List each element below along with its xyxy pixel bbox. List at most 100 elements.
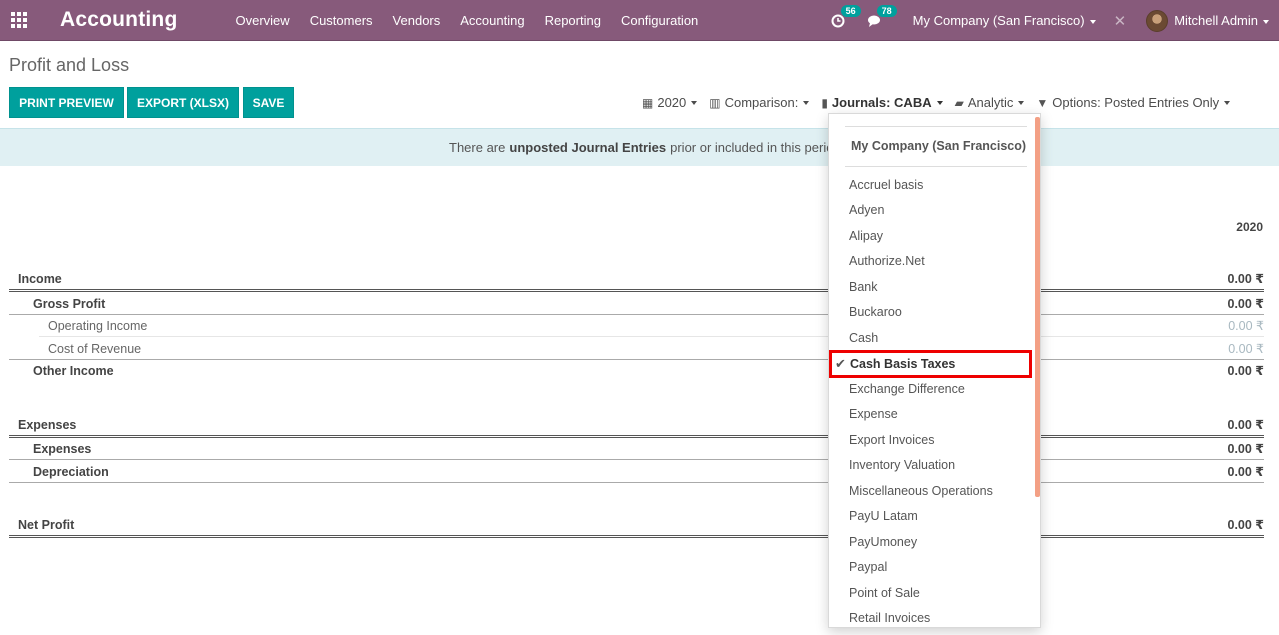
report-line-gross-profit[interactable]: Gross Profit 0.00 ₹ bbox=[9, 292, 1264, 315]
journals-filter[interactable]: ▮ Journals: CABA bbox=[821, 95, 943, 110]
chevron-down-icon bbox=[691, 100, 698, 105]
options-filter-label: Options: Posted Entries Only bbox=[1052, 95, 1220, 110]
chevron-down-icon bbox=[1224, 100, 1231, 105]
dropdown-scrollbar[interactable] bbox=[1035, 117, 1040, 497]
activity-count-badge: 56 bbox=[840, 4, 861, 17]
line-amount: 0.00 ₹ bbox=[1227, 442, 1265, 456]
comparison-filter[interactable]: ▥ Comparison: bbox=[709, 95, 810, 110]
journal-item-miscellaneous-operations[interactable]: Miscellaneous Operations bbox=[849, 484, 993, 498]
menu-configuration[interactable]: Configuration bbox=[611, 13, 708, 28]
line-label: Expenses bbox=[18, 417, 77, 432]
journals-company-header[interactable]: My Company (San Francisco) bbox=[851, 139, 1026, 153]
journal-item-cash[interactable]: Cash bbox=[849, 331, 878, 345]
journal-item-paypal[interactable]: Paypal bbox=[849, 560, 887, 574]
save-button[interactable]: SAVE bbox=[243, 87, 294, 118]
divider bbox=[9, 482, 1264, 483]
line-amount: 0.00 ₹ bbox=[1228, 319, 1264, 333]
line-amount: 0.00 ₹ bbox=[1227, 272, 1265, 286]
line-label: Other Income bbox=[33, 363, 114, 378]
menu-vendors[interactable]: Vendors bbox=[383, 13, 451, 28]
print-preview-button[interactable]: PRINT PREVIEW bbox=[9, 87, 124, 118]
journal-item-inventory-valuation[interactable]: Inventory Valuation bbox=[849, 458, 955, 472]
line-amount: 0.00 ₹ bbox=[1228, 342, 1264, 356]
report-filters: ▦ 2020 ▥ Comparison: ▮ Journals: CABA ▰ … bbox=[642, 95, 1242, 110]
divider bbox=[9, 535, 1264, 538]
unposted-entries-alert: There are unposted Journal Entries prior… bbox=[0, 128, 1279, 166]
page-title: Profit and Loss bbox=[9, 55, 130, 75]
report-line-depreciation[interactable]: Depreciation 0.00 ₹ bbox=[9, 460, 1264, 483]
line-amount: 0.00 ₹ bbox=[1227, 418, 1265, 432]
company-switcher[interactable]: My Company (San Francisco) bbox=[913, 13, 1096, 28]
line-label: Income bbox=[18, 271, 62, 286]
main-menu: Overview Customers Vendors Accounting Re… bbox=[226, 13, 709, 28]
date-filter-label: 2020 bbox=[657, 95, 687, 110]
comparison-filter-label: Comparison: bbox=[724, 95, 799, 110]
journal-item-point-of-sale[interactable]: Point of Sale bbox=[849, 586, 920, 600]
line-amount: 0.00 ₹ bbox=[1227, 518, 1265, 532]
line-label: Cost of Revenue bbox=[48, 341, 142, 356]
avatar[interactable] bbox=[1146, 9, 1169, 32]
journal-item-buckaroo[interactable]: Buckaroo bbox=[849, 305, 902, 319]
report-line-income[interactable]: Income 0.00 ₹ bbox=[9, 267, 1264, 290]
debug-tools-icon[interactable]: ✕ bbox=[1114, 12, 1127, 30]
journal-item-cash-basis-taxes[interactable]: ✔ Cash Basis Taxes bbox=[829, 350, 1032, 378]
journal-item-label: Cash Basis Taxes bbox=[850, 357, 956, 371]
user-name: Mitchell Admin bbox=[1174, 13, 1258, 28]
user-menu[interactable]: Mitchell Admin bbox=[1174, 13, 1269, 28]
chevron-down-icon bbox=[1089, 19, 1096, 24]
line-amount: 0.00 ₹ bbox=[1227, 364, 1265, 378]
journal-item-adyen[interactable]: Adyen bbox=[849, 203, 884, 217]
checkmark-icon: ✔ bbox=[835, 356, 846, 371]
journal-item-expense[interactable]: Expense bbox=[849, 407, 898, 421]
chevron-down-icon bbox=[803, 100, 810, 105]
report-line-other-income[interactable]: Other Income 0.00 ₹ bbox=[9, 359, 1264, 382]
analytic-filter[interactable]: ▰ Analytic bbox=[955, 95, 1025, 110]
analytic-filter-label: Analytic bbox=[967, 95, 1014, 110]
journal-item-alipay[interactable]: Alipay bbox=[849, 229, 883, 243]
menu-overview[interactable]: Overview bbox=[226, 13, 300, 28]
app-title: Accounting bbox=[60, 8, 178, 31]
alert-bold[interactable]: unposted Journal Entries bbox=[509, 140, 666, 155]
journals-filter-label: Journals: CABA bbox=[831, 95, 932, 110]
options-filter[interactable]: ▼ Options: Posted Entries Only bbox=[1036, 95, 1231, 110]
report-line-operating-income[interactable]: Operating Income 0.00 ₹ bbox=[9, 314, 1264, 337]
top-navbar: Accounting Overview Customers Vendors Ac… bbox=[0, 0, 1279, 41]
menu-reporting[interactable]: Reporting bbox=[535, 13, 611, 28]
report-line-expenses[interactable]: Expenses 0.00 ₹ bbox=[9, 413, 1264, 436]
report-line-expenses-sub[interactable]: Expenses 0.00 ₹ bbox=[9, 437, 1264, 460]
date-filter[interactable]: ▦ 2020 bbox=[642, 95, 698, 110]
activity-menu[interactable]: 56 bbox=[831, 4, 861, 28]
journal-item-accruel-basis[interactable]: Accruel basis bbox=[849, 178, 923, 192]
journal-item-payumoney[interactable]: PayUmoney bbox=[849, 535, 917, 549]
line-amount: 0.00 ₹ bbox=[1227, 465, 1265, 479]
folder-open-icon: ▰ bbox=[954, 95, 964, 110]
messages-count-badge: 78 bbox=[876, 4, 897, 17]
menu-customers[interactable]: Customers bbox=[300, 13, 383, 28]
chevron-down-icon bbox=[936, 100, 943, 105]
export-xlsx-button[interactable]: EXPORT (XLSX) bbox=[127, 87, 239, 118]
journal-item-exchange-difference[interactable]: Exchange Difference bbox=[849, 382, 965, 396]
journal-item-retail-invoices[interactable]: Retail Invoices bbox=[849, 611, 930, 625]
line-label: Expenses bbox=[33, 441, 92, 456]
journal-item-bank[interactable]: Bank bbox=[849, 280, 878, 294]
column-header-2020: 2020 bbox=[1236, 220, 1263, 234]
book-icon: ▮ bbox=[821, 95, 828, 110]
journals-dropdown[interactable]: My Company (San Francisco) Accruel basis… bbox=[828, 113, 1041, 628]
alert-suffix: prior or included in this period bbox=[670, 140, 841, 155]
report-line-cost-of-revenue[interactable]: Cost of Revenue 0.00 ₹ bbox=[9, 337, 1264, 360]
line-label: Depreciation bbox=[33, 464, 109, 479]
line-amount: 0.00 ₹ bbox=[1227, 297, 1265, 311]
line-label: Operating Income bbox=[48, 318, 148, 333]
chevron-down-icon bbox=[1018, 100, 1025, 105]
menu-accounting[interactable]: Accounting bbox=[450, 13, 534, 28]
alert-prefix: There are bbox=[449, 140, 506, 155]
filter-icon: ▼ bbox=[1036, 95, 1049, 110]
journal-item-payu-latam[interactable]: PayU Latam bbox=[849, 509, 918, 523]
report-line-net-profit[interactable]: Net Profit 0.00 ₹ bbox=[9, 513, 1264, 536]
calendar-icon: ▦ bbox=[642, 95, 654, 110]
line-label: Net Profit bbox=[18, 517, 75, 532]
messages-menu[interactable]: 78 bbox=[867, 4, 897, 28]
journal-item-export-invoices[interactable]: Export Invoices bbox=[849, 433, 934, 447]
apps-grid-icon[interactable] bbox=[1, 0, 37, 41]
journal-item-authorize-net[interactable]: Authorize.Net bbox=[849, 254, 925, 268]
